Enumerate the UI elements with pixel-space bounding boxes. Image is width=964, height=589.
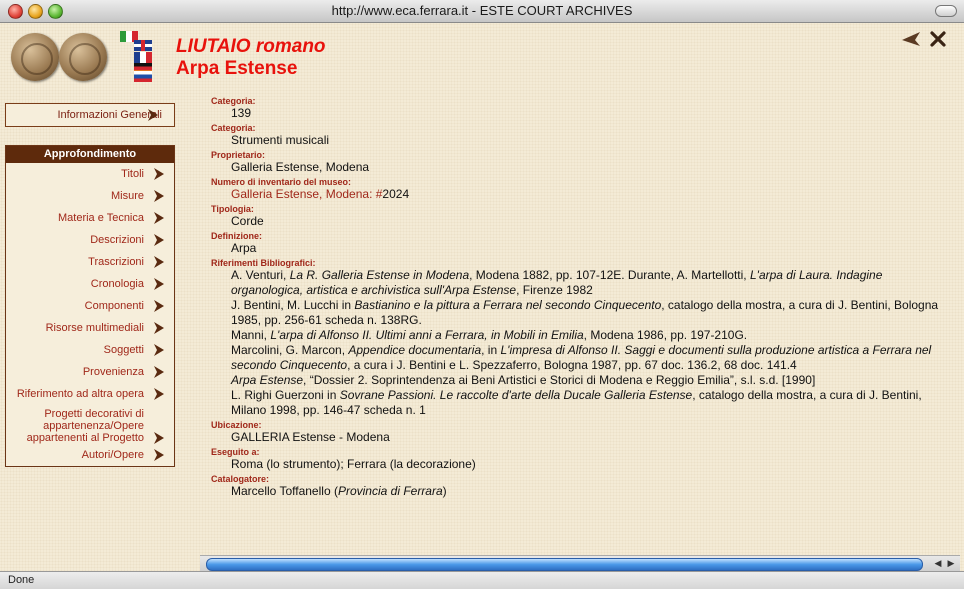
reference-entry: Marcolini, G. Marcon, Appendice document… — [231, 343, 932, 372]
sidebar-item-label: Componenti — [84, 300, 144, 312]
sidebar-item-label: Progetti decorativi di appartenenza/Oper… — [26, 408, 144, 444]
arrow-right-icon — [148, 109, 158, 121]
arrow-right-icon — [154, 278, 164, 290]
sidebar-item-label: Descrizioni — [90, 234, 144, 246]
tipologia-value: Corde — [231, 214, 264, 228]
sidebar-item-titoli[interactable]: Titoli — [6, 163, 174, 185]
sidebar-item-risorse[interactable]: Risorse multimediali — [6, 317, 174, 339]
english-flag-icon[interactable] — [134, 40, 152, 51]
arrow-right-icon — [154, 388, 164, 400]
reference-entry: Manni, L'arpa di Alfonso II. Ultimi anni… — [231, 328, 748, 342]
sidebar-item-descrizioni[interactable]: Descrizioni — [6, 229, 174, 251]
spanish-flag-icon[interactable] — [134, 71, 152, 82]
coin-logo-icon — [11, 33, 59, 81]
reference-entry: A. Venturi, La R. Galleria Estense in Mo… — [231, 268, 883, 297]
sidebar-item-cronologia[interactable]: Cronologia — [6, 273, 174, 295]
sidebar-item-label: Misure — [110, 190, 144, 202]
sidebar-item-label: Trascrizioni — [88, 256, 144, 268]
inventario-number: 2024 — [382, 187, 410, 201]
scrollbar-thumb[interactable] — [206, 558, 923, 571]
arrow-right-icon — [154, 366, 164, 378]
eseguito-label: Eseguito a: — [211, 447, 260, 457]
arrow-right-icon — [154, 256, 164, 268]
arrow-right-icon — [154, 322, 164, 334]
menu-section-title: Approfondimento — [6, 146, 174, 163]
riferimenti-label: Riferimenti Bibliografici: — [211, 258, 316, 268]
categoria-label: Categoria: — [211, 96, 256, 106]
window-title: http://www.eca.ferrara.it - ESTE COURT A… — [331, 3, 633, 18]
close-icon[interactable] — [929, 30, 947, 48]
arrow-right-icon — [154, 449, 164, 461]
arrow-right-icon — [154, 344, 164, 356]
arrow-right-icon — [154, 432, 164, 444]
sidebar-item-label: Autori/Opere — [81, 449, 144, 461]
arrow-right-icon — [154, 234, 164, 246]
sidebar-item-label: Cronologia — [90, 278, 144, 290]
definizione-label: Definizione: — [211, 231, 262, 241]
sidebar-item-misure[interactable]: Misure — [6, 185, 174, 207]
riferimenti-value: A. Venturi, La R. Galleria Estense in Mo… — [211, 268, 951, 418]
inventario-link[interactable]: Galleria Estense, Modena: # — [231, 187, 382, 201]
sidebar-item-label: Risorse multimediali — [45, 322, 144, 334]
arrow-right-icon — [154, 212, 164, 224]
horizontal-scrollbar[interactable]: ◀ ▶ — [200, 555, 960, 571]
arrow-right-icon — [154, 190, 164, 202]
sidebar-item-label: Riferimento ad altra opera — [16, 388, 144, 400]
scroll-left-button[interactable]: ◀ — [932, 557, 944, 569]
proprietario-label: Proprietario: — [211, 150, 266, 160]
title-bar: http://www.eca.ferrara.it - ESTE COURT A… — [0, 0, 964, 23]
sidebar-item-trascrizioni[interactable]: Trascrizioni — [6, 251, 174, 273]
sidebar-item-soggetti[interactable]: Soggetti — [6, 339, 174, 361]
categoria-value: Strumenti musicali — [231, 133, 330, 147]
coin-portrait-icon — [59, 33, 107, 81]
general-info-button[interactable]: Informazioni Generali — [5, 103, 175, 127]
sidebar-item-provenienza[interactable]: Provenienza — [6, 361, 174, 383]
categoria-value: 139 — [231, 106, 252, 120]
sidebar-item-label: Provenienza — [82, 366, 144, 378]
catalogatore-value: Marcello Toffanello (Provincia di Ferrar… — [231, 484, 447, 498]
scroll-right-button[interactable]: ▶ — [945, 557, 957, 569]
inventario-label: Numero di inventario del museo: — [211, 177, 352, 187]
arrow-right-icon — [154, 168, 164, 180]
sidebar-item-progetti[interactable]: Progetti decorativi di appartenenza/Oper… — [6, 405, 174, 447]
arrow-right-icon — [154, 300, 164, 312]
browser-window: http://www.eca.ferrara.it - ESTE COURT A… — [0, 0, 964, 589]
sidebar-item-autori[interactable]: Autori/Opere — [6, 447, 174, 463]
ubicazione-label: Ubicazione: — [211, 420, 262, 430]
sidebar-menu: Approfondimento Titoli Misure Materia e … — [5, 145, 175, 467]
tipologia-label: Tipologia: — [211, 204, 254, 214]
sidebar-item-riferimento[interactable]: Riferimento ad altra opera — [6, 383, 174, 405]
page-title: LIUTAIO romano — [176, 36, 326, 57]
reference-entry: L. Righi Guerzoni in Sovrane Passioni. L… — [231, 388, 922, 417]
record-details: Categoria: 139 Categoria: Strumenti musi… — [211, 94, 951, 499]
sidebar-item-label: Titoli — [121, 168, 144, 180]
catalogatore-label: Catalogatore: — [211, 474, 270, 484]
reference-entry: J. Bentini, M. Lucchi in Bastianino e la… — [231, 298, 939, 327]
page-subtitle: Arpa Estense — [176, 58, 298, 79]
toolbar-toggle-button[interactable] — [935, 5, 957, 17]
categoria-label: Categoria: — [211, 123, 256, 133]
reference-entry: Arpa Estense, “Dossier 2. Soprintendenza… — [231, 373, 816, 387]
eseguito-value: Roma (lo strumento); Ferrara (la decoraz… — [231, 457, 476, 471]
sidebar-item-materia[interactable]: Materia e Tecnica — [6, 207, 174, 229]
ubicazione-value: GALLERIA Estense - Modena — [231, 430, 390, 444]
definizione-value: Arpa — [231, 241, 257, 255]
inventario-value: Galleria Estense, Modena: #2024 — [211, 187, 951, 202]
page-content: LIUTAIO romano Arpa Estense Informazioni… — [0, 23, 964, 571]
sidebar-item-label: Materia e Tecnica — [57, 212, 144, 224]
french-flag-icon[interactable] — [134, 52, 152, 63]
sidebar-item-componenti[interactable]: Componenti — [6, 295, 174, 317]
status-text: Done — [8, 574, 35, 586]
sidebar-item-label: Soggetti — [103, 344, 144, 356]
back-arrow-icon[interactable] — [902, 31, 920, 47]
proprietario-value: Galleria Estense, Modena — [231, 160, 370, 174]
status-bar: Done — [0, 571, 964, 589]
